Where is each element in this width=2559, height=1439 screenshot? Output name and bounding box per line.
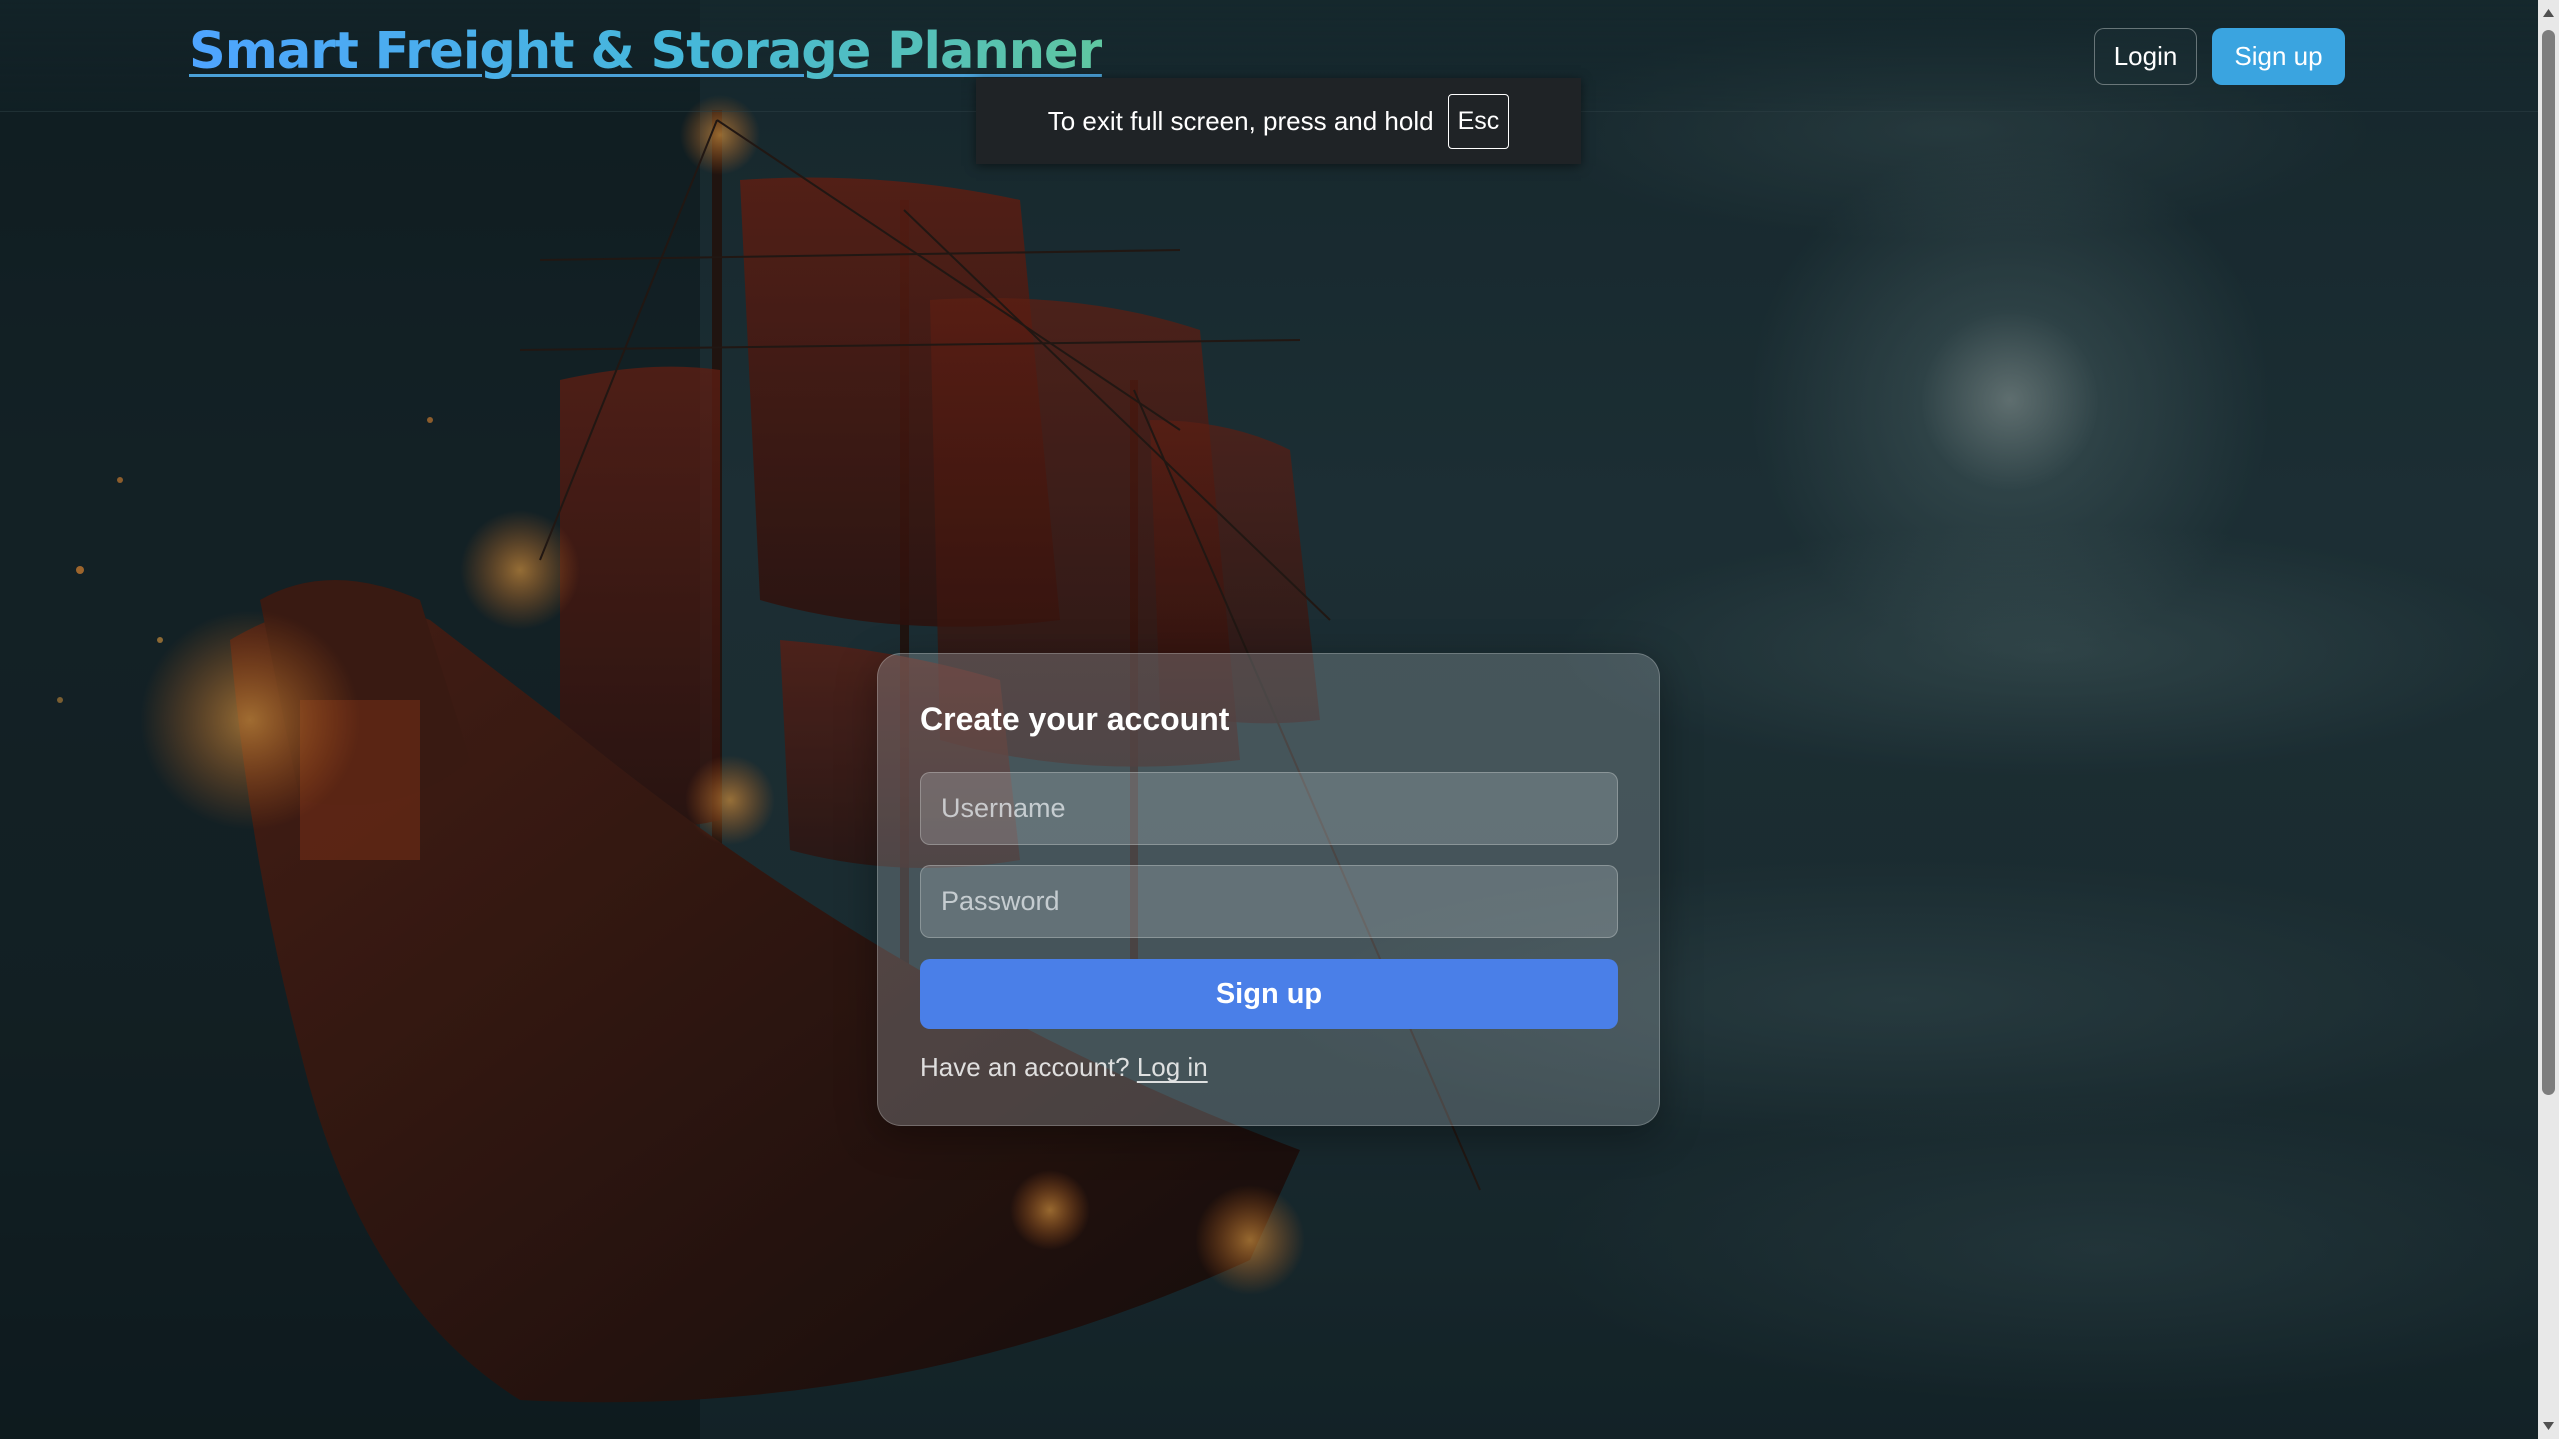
- signup-submit-button[interactable]: Sign up: [920, 959, 1618, 1029]
- have-account-text: Have an account?: [920, 1052, 1130, 1082]
- signup-card: Create your account Sign up Have an acco…: [877, 653, 1660, 1126]
- username-input[interactable]: [920, 772, 1618, 845]
- login-button[interactable]: Login: [2094, 28, 2197, 85]
- fullscreen-notice-text: To exit full screen, press and hold: [1047, 105, 1434, 136]
- esc-key-badge: Esc: [1447, 93, 1510, 149]
- signup-title: Create your account: [920, 701, 1230, 737]
- page: Smart Freight & Storage Planner Login Si…: [0, 0, 2559, 1439]
- scrollbar-thumb[interactable]: [2542, 30, 2555, 1095]
- have-account-line: Have an account? Log in: [920, 1052, 1208, 1083]
- password-input[interactable]: [920, 865, 1618, 938]
- scroll-down-arrow-icon[interactable]: [2542, 1419, 2555, 1433]
- scroll-up-arrow-icon[interactable]: [2542, 6, 2555, 20]
- signup-nav-button[interactable]: Sign up: [2212, 28, 2345, 85]
- vertical-scrollbar[interactable]: [2538, 0, 2559, 1439]
- fullscreen-exit-notice: To exit full screen, press and hold Esc: [976, 78, 1581, 164]
- login-link[interactable]: Log in: [1137, 1052, 1208, 1082]
- brand-title[interactable]: Smart Freight & Storage Planner: [189, 22, 1103, 81]
